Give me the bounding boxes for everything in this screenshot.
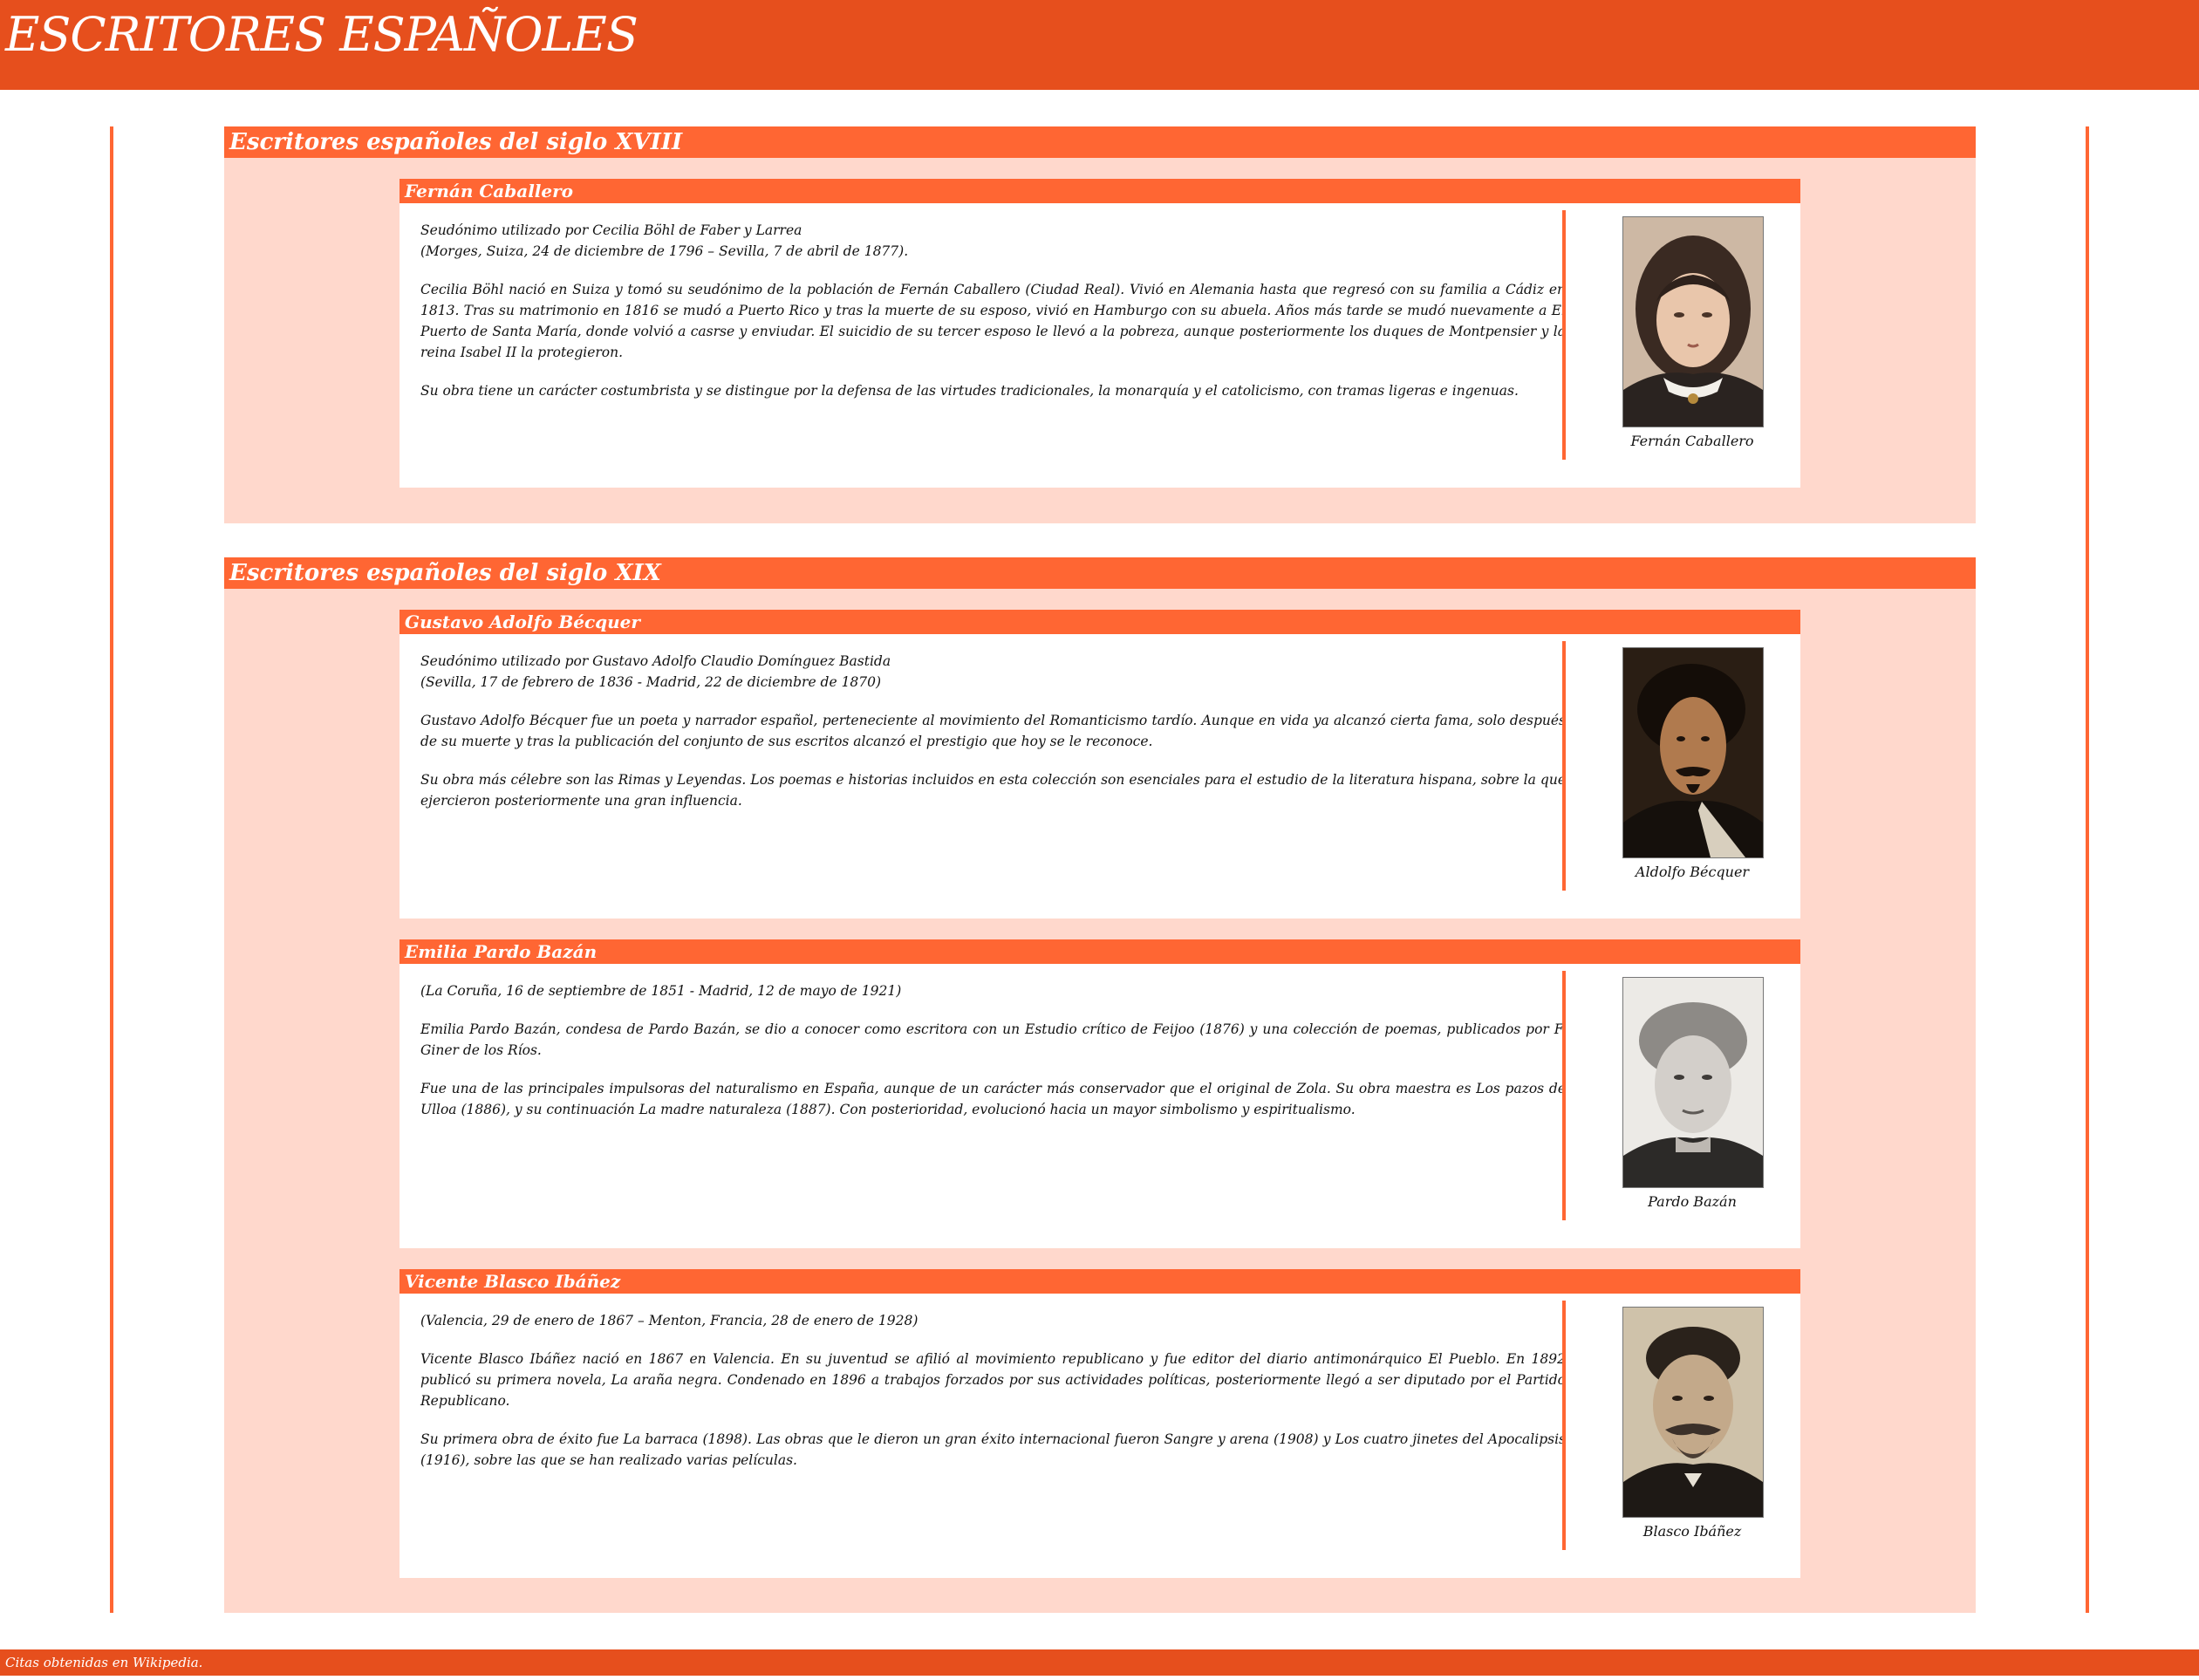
writer-portrait-blasco-ibanez (1622, 1307, 1764, 1518)
left-border-line (110, 126, 113, 1613)
writer-portrait-becquer (1622, 647, 1764, 858)
portrait-caption: Blasco Ibáñez (1642, 1523, 1742, 1540)
writer-card-becquer: Gustavo Adolfo Bécquer Seudónimo utiliza… (400, 610, 1800, 919)
writer-name: Emilia Pardo Bazán (400, 939, 1800, 964)
writer-paragraph: Emilia Pardo Bazán, condesa de Pardo Baz… (420, 1021, 1566, 1058)
portrait-caption: Fernán Caballero (1630, 433, 1754, 449)
writer-name: Vicente Blasco Ibáñez (400, 1269, 1800, 1294)
page-header: ESCRITORES ESPAÑOLES (0, 0, 2199, 90)
writer-paragraph: Cecilia Böhl nació en Suiza y tomó su se… (420, 282, 1566, 360)
card-divider (1562, 971, 1566, 1220)
page-footer: Citas obtenidas en Wikipedia. (0, 1649, 2199, 1676)
bio-dates: (Morges, Suiza, 24 de diciembre de 1796 … (420, 243, 909, 259)
page-title: ESCRITORES ESPAÑOLES (5, 7, 639, 62)
writer-paragraph: Su obra más célebre son las Rimas y Leye… (420, 772, 1566, 809)
writer-card-fernan-caballero: Fernán Caballero Seudónimo utilizado por… (400, 179, 1800, 488)
bio-dates: (La Coruña, 16 de septiembre de 1851 - M… (420, 983, 902, 999)
writer-portrait-pardo-bazan (1622, 977, 1764, 1188)
right-border-line (2086, 126, 2089, 1613)
section-title: Escritores españoles del siglo XVIII (224, 126, 1976, 158)
writer-description: (La Coruña, 16 de septiembre de 1851 - M… (420, 980, 1566, 1137)
portrait-caption: Pardo Bazán (1648, 1193, 1737, 1210)
writer-name: Gustavo Adolfo Bécquer (400, 610, 1800, 634)
section-siglo-xviii: Escritores españoles del siglo XVIII Fer… (224, 126, 1976, 523)
section-siglo-xix: Escritores españoles del siglo XIX Gusta… (224, 557, 1976, 1613)
bio-dates: (Valencia, 29 de enero de 1867 – Menton,… (420, 1313, 919, 1328)
writer-bio: (Valencia, 29 de enero de 1867 – Menton,… (420, 1310, 1566, 1331)
writer-bio: Seudónimo utilizado por Cecilia Böhl de … (420, 220, 1566, 262)
writer-paragraph: Vicente Blasco Ibáñez nació en 1867 en V… (420, 1351, 1566, 1409)
writer-paragraph: Gustavo Adolfo Bécquer fue un poeta y na… (420, 713, 1566, 749)
writer-paragraph: Fue una de las principales impulsoras de… (420, 1081, 1566, 1117)
writer-paragraph: Su primera obra de éxito fue La barraca … (420, 1431, 1566, 1468)
writer-bio: Seudónimo utilizado por Gustavo Adolfo C… (420, 651, 1566, 693)
card-divider (1562, 641, 1566, 891)
writer-description: Seudónimo utilizado por Gustavo Adolfo C… (420, 651, 1566, 829)
bio-dates: (Sevilla, 17 de febrero de 1836 - Madrid… (420, 674, 882, 690)
card-divider (1562, 1301, 1566, 1550)
writer-description: Seudónimo utilizado por Cecilia Böhl de … (420, 220, 1566, 419)
bio-line: Seudónimo utilizado por Cecilia Böhl de … (420, 222, 802, 238)
footer-text: Citas obtenidas en Wikipedia. (5, 1655, 203, 1670)
writer-description: (Valencia, 29 de enero de 1867 – Menton,… (420, 1310, 1566, 1488)
bio-line: Seudónimo utilizado por Gustavo Adolfo C… (420, 653, 891, 669)
writer-bio: (La Coruña, 16 de septiembre de 1851 - M… (420, 980, 1566, 1001)
portrait-caption: Aldolfo Bécquer (1635, 864, 1750, 880)
card-divider (1562, 210, 1566, 460)
writer-paragraph: Su obra tiene un carácter costumbrista y… (420, 383, 1519, 399)
writer-name: Fernán Caballero (400, 179, 1800, 203)
section-title: Escritores españoles del siglo XIX (224, 557, 1976, 589)
writer-card-blasco-ibanez: Vicente Blasco Ibáñez (Valencia, 29 de e… (400, 1269, 1800, 1578)
writer-card-pardo-bazan: Emilia Pardo Bazán (La Coruña, 16 de sep… (400, 939, 1800, 1248)
writer-portrait-fernan-caballero (1622, 216, 1764, 427)
